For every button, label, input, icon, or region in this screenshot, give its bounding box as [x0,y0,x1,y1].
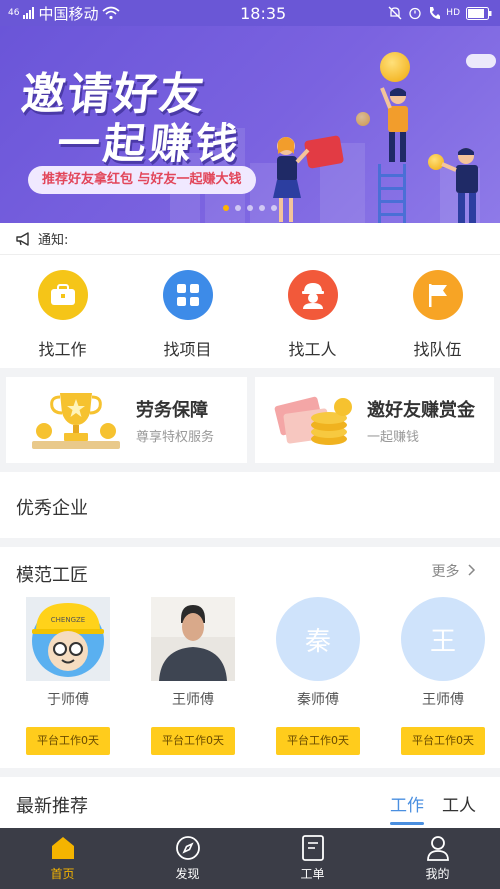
section-title: 最新推荐 [16,796,88,817]
banner-dot[interactable] [259,205,265,211]
recommend-tabs: 工作 工人 [390,791,476,825]
quick-menu: 找工作 找项目 找工人 找队伍 [0,255,500,368]
banner-dot[interactable] [247,205,253,211]
cap-text: CHENGZE [51,616,85,624]
nav-item-discover[interactable]: 发现 [125,828,250,889]
mute-bell-icon [388,6,402,20]
promo-subtitle: 尊享特权服务 [136,429,215,445]
worker-name: 王师傅 [172,692,214,708]
section-model-craftsmen: 模范工匠 更多 CHENGZE 于师傅 平台工作0天 王师傅 平台工作0天 秦 … [0,547,500,768]
quick-item-label: 找工人 [288,340,337,359]
worker-card[interactable]: CHENGZE 于师傅 平台工作0天 [18,597,118,755]
man-on-ladder-figure [380,87,408,162]
signal-icon [23,7,35,19]
megaphone-icon [16,231,29,246]
banner-dot[interactable] [271,205,277,211]
nav-label: 发现 [175,867,200,881]
battery-icon [466,6,492,20]
nav-item-orders[interactable]: 工单 [250,828,375,889]
worker-tag: 平台工作0天 [276,727,360,755]
promo-banner[interactable]: 邀请好友 一起赚钱 推荐好友拿红包 与好友一起赚大钱 [0,26,500,223]
status-time: 18:35 [240,3,287,23]
worker-card[interactable]: 王 王师傅 平台工作0天 [393,597,493,755]
quick-item-find-team[interactable]: 找队伍 [375,255,500,368]
worker-name: 秦师傅 [297,692,339,708]
nav-label: 工单 [300,867,325,881]
nav-label: 我的 [425,867,450,881]
more-label: 更多 [431,564,460,580]
status-left: 46 中国移动 [8,3,198,24]
notice-label: 通知: [38,233,69,248]
promo-text: 劳务保障 尊享特权服务 [136,396,214,445]
section-title: 模范工匠 [16,565,88,586]
section-latest-recommendations: 最新推荐 工作 工人 [0,777,500,828]
worker-name: 于师傅 [47,692,89,708]
man-with-coin-figure [441,148,478,223]
coin-icon [356,112,370,126]
worker-tag: 平台工作0天 [151,727,235,755]
avatar: 秦 [276,597,360,681]
coin-icon [380,52,410,82]
nav-label: 首页 [50,867,75,881]
briefcase-icon [37,270,88,320]
coins-icon [274,396,352,445]
notice-bar[interactable]: 通知: [0,223,500,255]
banner-tagline: 推荐好友拿红包 与好友一起赚大钱 [28,166,256,194]
flag-icon [412,270,463,320]
banner-title-line2: 一起赚钱 [55,119,245,168]
banner-pagination[interactable] [223,205,277,211]
quick-item-label: 找项目 [163,340,212,359]
document-icon [301,835,324,861]
nav-item-profile[interactable]: 我的 [375,828,500,889]
tab-workers[interactable]: 工人 [442,791,476,816]
promo-title: 劳务保障 [136,399,208,421]
hd-label: HD [446,8,460,18]
cloud-decor [466,54,496,68]
chevron-right-icon [468,564,476,576]
tab-jobs[interactable]: 工作 [390,791,424,825]
bottom-nav: 首页 发现 工单 我的 [0,828,500,889]
quick-item-find-project[interactable]: 找项目 [125,255,250,368]
promo-card-labor-protection[interactable]: 劳务保障 尊享特权服务 [6,377,247,463]
wifi-icon [102,6,120,20]
alarm-icon [409,7,421,20]
promo-text: 邀好友赚赏金 一起赚钱 [367,396,475,445]
status-right: HD [388,6,492,20]
section-excellent-companies: 优秀企业 [0,472,500,538]
promo-subtitle: 一起赚钱 [367,429,420,445]
more-link[interactable]: 更多 [432,561,476,581]
home-icon [51,837,74,859]
phone-icon [430,7,441,19]
avatar [151,597,235,681]
worker-card[interactable]: 秦 秦师傅 平台工作0天 [268,597,368,755]
banner-dot[interactable] [235,205,241,211]
avatar-initial: 王 [429,626,456,657]
section-title: 优秀企业 [16,498,88,519]
status-bar: 46 中国移动 18:35 HD [0,0,500,26]
signal-prefix: 46 [8,8,20,18]
quick-item-label: 找工作 [38,340,87,359]
carrier-name: 中国移动 [38,4,99,23]
worker-card[interactable]: 王师傅 平台工作0天 [143,597,243,755]
avatar: CHENGZE [26,597,110,681]
worker-name: 王师傅 [422,692,464,708]
promo-card-invite-reward[interactable]: 邀好友赚赏金 一起赚钱 [255,377,494,463]
nav-item-home[interactable]: 首页 [0,828,125,889]
worker-tag: 平台工作0天 [26,727,110,755]
compass-icon [175,836,200,860]
grid-icon [162,270,213,320]
quick-item-find-job[interactable]: 找工作 [0,255,125,368]
quick-item-find-worker[interactable]: 找工人 [250,255,375,368]
worker-tag: 平台工作0天 [401,727,485,755]
banner-dot[interactable] [223,205,229,211]
worker-icon [287,270,338,320]
quick-item-label: 找队伍 [413,340,462,359]
promo-title: 邀好友赚赏金 [367,399,475,421]
avatar: 王 [401,597,485,681]
user-icon [426,836,449,861]
avatar-initial: 秦 [304,626,331,657]
trophy-icon [32,393,120,449]
